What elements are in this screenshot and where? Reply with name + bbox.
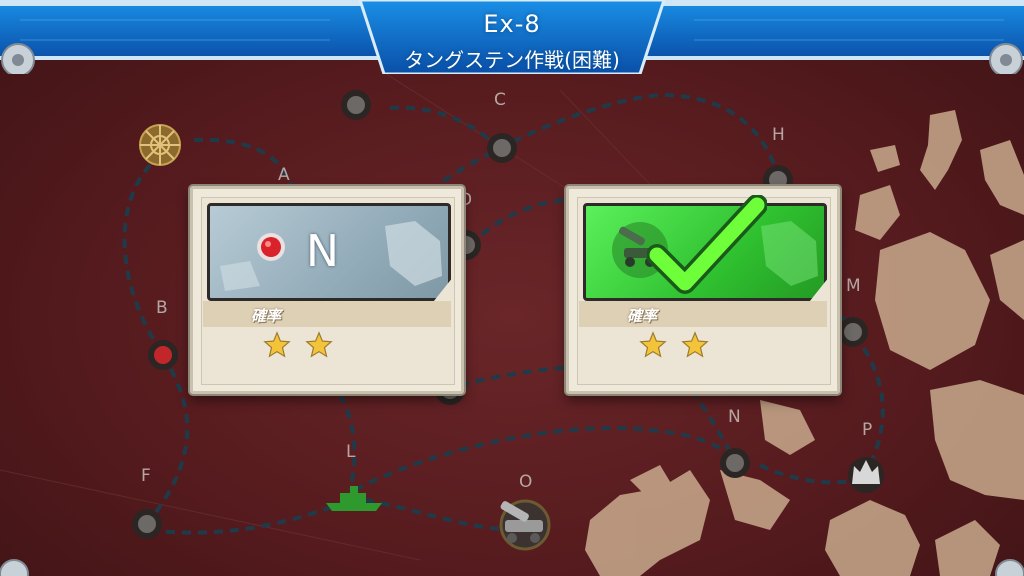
- node-start-compass[interactable]: [139, 124, 181, 166]
- rate-stars: [639, 331, 709, 359]
- star-icon: [639, 331, 667, 358]
- node-o-artillery[interactable]: [499, 499, 551, 551]
- node-n[interactable]: [720, 448, 750, 478]
- bottom-right-gear-icon: [995, 559, 1024, 576]
- node-label-a: A: [278, 165, 290, 185]
- node-f[interactable]: [132, 509, 162, 539]
- rate-label-bar: [579, 301, 827, 327]
- sea-map: [0, 69, 1024, 576]
- card-left-panel: N: [207, 203, 451, 301]
- node-label-c: C: [494, 90, 506, 110]
- node-label-b: B: [156, 298, 168, 318]
- operation-name: タングステン作戦(困難): [404, 48, 620, 72]
- checkmark-icon: [647, 195, 767, 294]
- rate-label: 確率: [627, 307, 658, 325]
- node-label-h: H: [772, 125, 785, 145]
- route-card-left[interactable]: N 確率: [190, 186, 464, 394]
- node-label-f: F: [141, 466, 151, 486]
- node-m[interactable]: [838, 317, 868, 347]
- node-label-o: O: [519, 472, 533, 492]
- map-code-title: Ex-8: [483, 10, 541, 38]
- node-c-top-left[interactable]: [341, 90, 371, 120]
- node-p-boss[interactable]: [848, 457, 884, 493]
- star-icon: [305, 331, 333, 358]
- node-label-n: N: [728, 407, 741, 427]
- route-result-letter: N: [306, 226, 339, 277]
- node-label-m: M: [846, 276, 861, 296]
- fleet-ship-icon: [326, 486, 382, 511]
- star-icon: [263, 331, 291, 358]
- node-b[interactable]: [148, 340, 178, 370]
- node-c[interactable]: [487, 133, 517, 163]
- bottom-left-gear-icon: [0, 559, 29, 576]
- red-node-icon: [257, 233, 285, 261]
- star-icon: [681, 331, 709, 358]
- rate-stars: [263, 331, 333, 359]
- node-label-p: P: [862, 420, 873, 440]
- rate-label: 確率: [251, 307, 282, 325]
- route-card-right[interactable]: 確率: [566, 186, 840, 394]
- node-label-l: L: [346, 442, 356, 462]
- rate-label-bar: [203, 301, 451, 327]
- sortie-map-screen: A B C D F H L M N O P Ex-8 タングステン作戦(困難): [0, 0, 1024, 576]
